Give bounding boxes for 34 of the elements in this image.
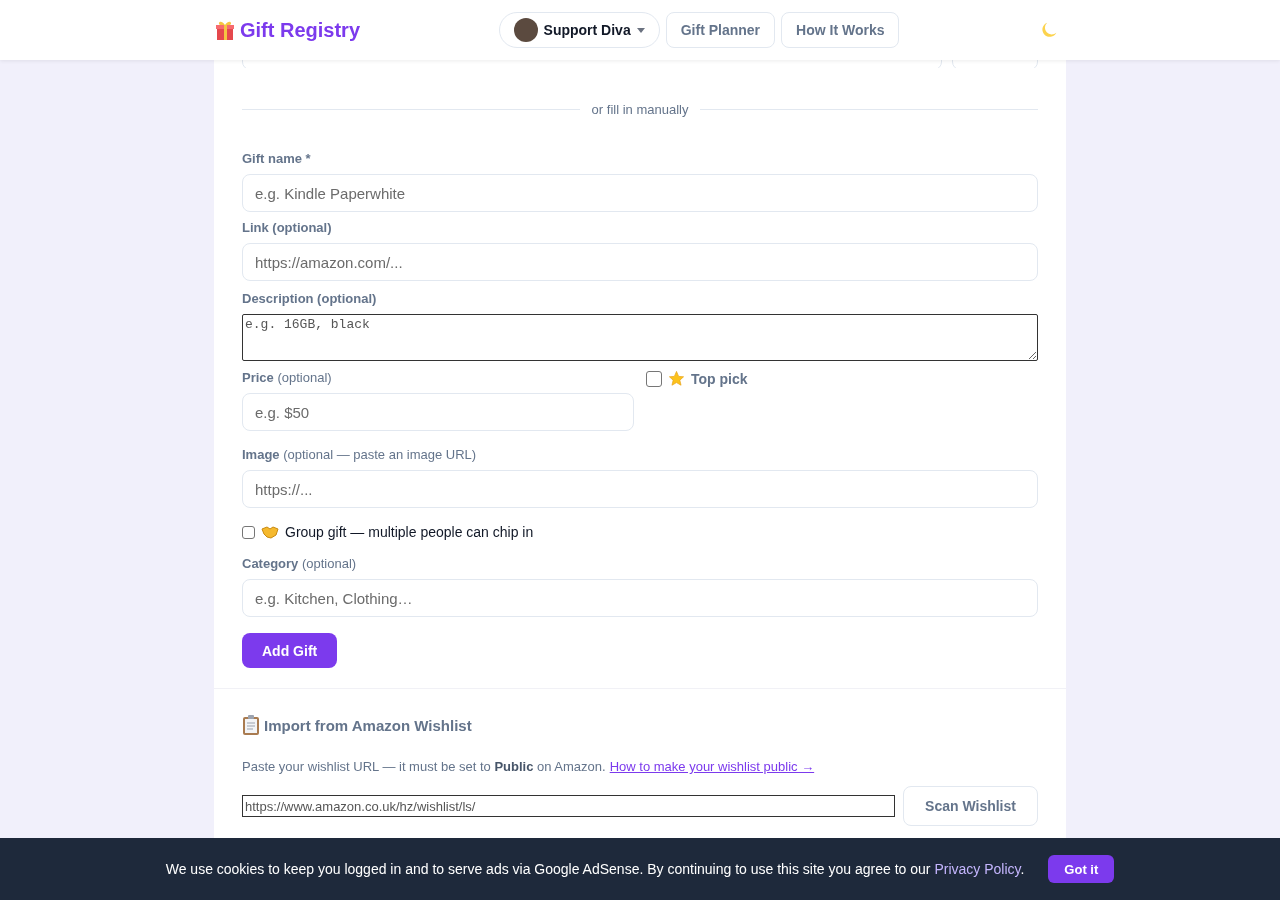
price-field[interactable]: e.g. $50 bbox=[242, 393, 634, 431]
text-field[interactable]: e.g. Kitchen, Clothing… bbox=[242, 579, 1038, 617]
wishlist-url-field[interactable]: https://www.amazon.co.uk/hz/wishlist/ls/ bbox=[242, 795, 895, 817]
clipboard-icon bbox=[242, 715, 260, 735]
checkbox-label: Top pick bbox=[691, 370, 748, 387]
support-menu-button[interactable]: Support Diva bbox=[498, 12, 660, 48]
caret-icon bbox=[636, 27, 645, 33]
add-gift-button[interactable]: Add Gift bbox=[242, 633, 338, 668]
text-field[interactable]: e.g. Kindle Paperwhite bbox=[242, 174, 1038, 212]
import-instructions: Paste your wishlist URL — it must be set to Public on Amazon. How to make your wishlist public → bbox=[242, 759, 816, 774]
divider-text: or fill in manually bbox=[591, 102, 689, 117]
brand-name: Gift Registry bbox=[240, 18, 361, 42]
field-label: Category (optional) bbox=[242, 556, 358, 571]
avatar bbox=[513, 18, 538, 42]
field-label: Price (optional) bbox=[242, 370, 333, 385]
cookie-notice: We use cookies to keep you logged in and to serve ads via Google AdSense. By continuing to use this site you agree to our Privacy Policy. bbox=[165, 861, 1025, 877]
nav-link[interactable]: Gift Planner bbox=[665, 12, 776, 48]
star-icon bbox=[668, 370, 685, 387]
description-field[interactable]: e.g. 16GB, black bbox=[242, 314, 1038, 361]
gift-icon bbox=[214, 19, 236, 41]
text-field[interactable]: https://amazon.com/... bbox=[242, 243, 1038, 281]
text-field[interactable]: https://... bbox=[242, 470, 1038, 508]
field-label: Image (optional — paste an image URL) bbox=[242, 447, 478, 462]
field-label: Link (optional) bbox=[242, 220, 333, 235]
scan-wishlist-button[interactable]: Scan Wishlist bbox=[903, 786, 1038, 826]
checkbox-label: Group gift — multiple people can chip in bbox=[285, 524, 534, 540]
field-label: Gift name * bbox=[242, 151, 312, 166]
help-link[interactable]: How to make your wishlist public → bbox=[609, 759, 815, 774]
got-it-button[interactable]: Got it bbox=[1048, 855, 1115, 883]
field-label: Description (optional) bbox=[242, 291, 378, 306]
section-title: Import from Amazon Wishlist bbox=[264, 716, 472, 734]
nav-link[interactable]: How It Works bbox=[781, 12, 900, 48]
checkbox[interactable] bbox=[646, 370, 662, 387]
checkbox[interactable] bbox=[242, 525, 255, 539]
